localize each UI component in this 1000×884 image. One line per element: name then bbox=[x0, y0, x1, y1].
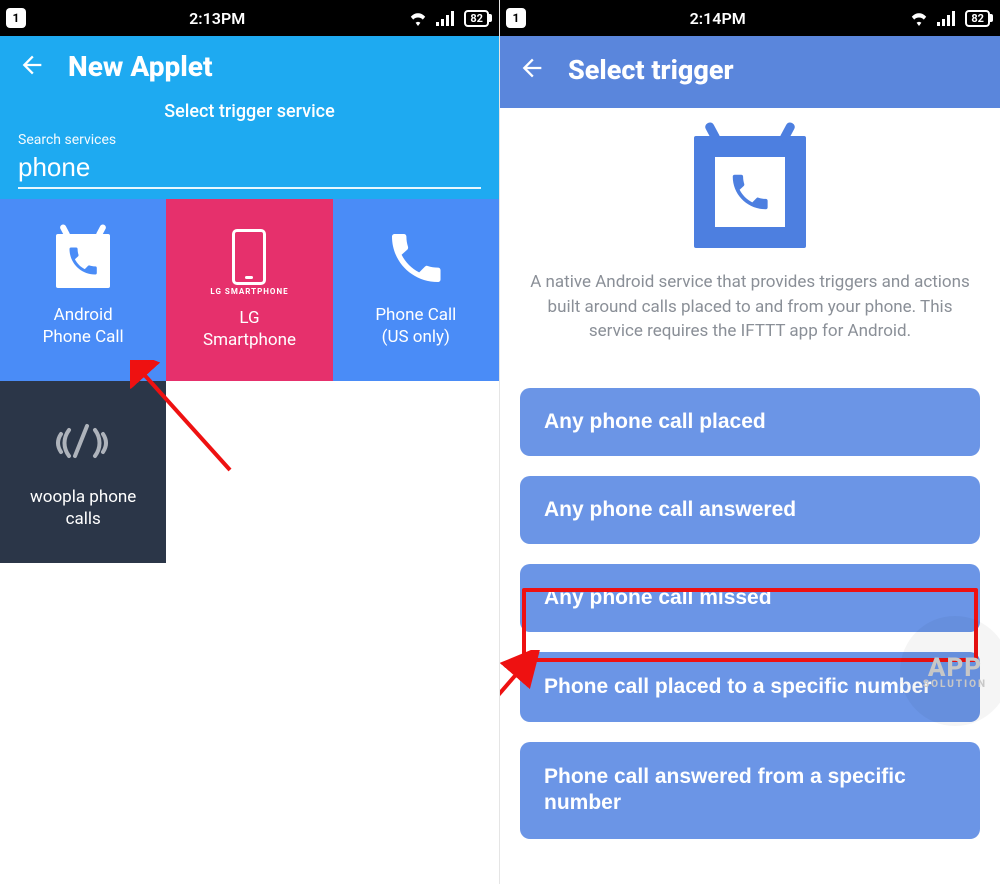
search-input[interactable] bbox=[18, 152, 481, 183]
service-tile-lg-smartphone[interactable]: LG SMARTPHONE LG Smartphone bbox=[166, 199, 332, 381]
search-label: Search services bbox=[18, 132, 481, 148]
status-icons-right: 82 bbox=[408, 10, 489, 27]
status-icons-right: 82 bbox=[909, 10, 990, 27]
service-tile-label: LG Smartphone bbox=[203, 307, 296, 351]
status-bar: 1 2:14PM 82 bbox=[500, 0, 1000, 36]
service-description: A native Android service that provides t… bbox=[520, 270, 980, 344]
header-select-trigger: Select trigger bbox=[500, 36, 1000, 108]
service-grid-row2: woopla phone calls bbox=[0, 381, 499, 563]
trigger-content: A native Android service that provides t… bbox=[500, 108, 1000, 884]
screen-select-trigger: 1 2:14PM 82 Select trigger A native And bbox=[500, 0, 1000, 884]
back-arrow-icon[interactable] bbox=[518, 54, 546, 86]
status-bar: 1 2:13PM 82 bbox=[0, 0, 499, 36]
wifi-icon bbox=[909, 10, 929, 26]
back-arrow-icon[interactable] bbox=[18, 51, 46, 83]
trigger-call-placed-specific[interactable]: Phone call placed to a specific number bbox=[520, 652, 980, 722]
service-tile-woopla[interactable]: woopla phone calls bbox=[0, 381, 166, 563]
status-time: 2:14PM bbox=[690, 9, 746, 28]
wifi-icon bbox=[408, 10, 428, 26]
lg-icon-caption: LG SMARTPHONE bbox=[210, 287, 288, 297]
service-tile-label: Android Phone Call bbox=[43, 304, 124, 348]
service-tile-phone-call-us[interactable]: Phone Call (US only) bbox=[333, 199, 499, 381]
screen-new-applet: 1 2:13PM 82 New Applet Select trigger se… bbox=[0, 0, 500, 884]
page-title: New Applet bbox=[68, 50, 213, 83]
signal-icon bbox=[436, 10, 456, 26]
service-grid: Android Phone Call LG SMARTPHONE LG Smar… bbox=[0, 199, 499, 381]
android-phone-call-icon bbox=[56, 234, 110, 288]
trigger-any-call-answered[interactable]: Any phone call answered bbox=[520, 476, 980, 544]
phone-icon bbox=[384, 226, 448, 296]
status-time: 2:13PM bbox=[189, 9, 245, 28]
empty-tile bbox=[166, 381, 332, 563]
trigger-list: Any phone call placed Any phone call ans… bbox=[520, 388, 980, 839]
empty-tile bbox=[333, 381, 499, 563]
service-icon-android-phone-call bbox=[694, 136, 806, 248]
woopla-icon bbox=[55, 416, 111, 470]
service-tile-android-phone-call[interactable]: Android Phone Call bbox=[0, 199, 166, 381]
signal-icon bbox=[937, 10, 957, 26]
blank-area bbox=[0, 563, 499, 884]
trigger-any-call-missed[interactable]: Any phone call missed bbox=[520, 564, 980, 632]
trigger-call-answered-specific[interactable]: Phone call answered from a specific numb… bbox=[520, 742, 980, 839]
lg-smartphone-icon bbox=[232, 229, 266, 285]
service-tile-label: woopla phone calls bbox=[30, 486, 136, 530]
page-subtitle: Select trigger service bbox=[18, 101, 481, 122]
header-new-applet: New Applet Select trigger service Search… bbox=[0, 36, 499, 199]
service-tile-label: Phone Call (US only) bbox=[375, 304, 456, 348]
battery-indicator: 82 bbox=[965, 10, 990, 27]
sim-indicator: 1 bbox=[6, 8, 26, 28]
battery-indicator: 82 bbox=[464, 10, 489, 27]
page-title: Select trigger bbox=[568, 54, 734, 86]
trigger-any-call-placed[interactable]: Any phone call placed bbox=[520, 388, 980, 456]
sim-indicator: 1 bbox=[506, 8, 526, 28]
